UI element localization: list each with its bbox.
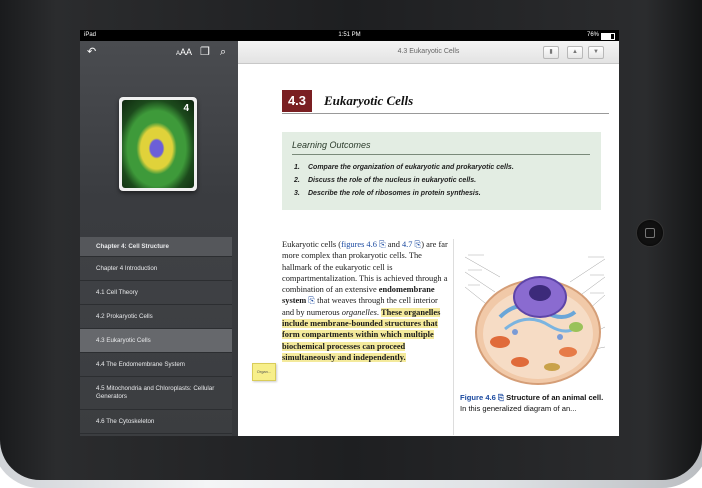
toc-item-label: 4.3 Eukaryotic Cells (96, 336, 151, 344)
toc-item-label: 4.4 The Endomembrane System (96, 360, 185, 368)
body-paragraph: Eukaryotic cells (figures 4.6 ⎘ and 4.7 … (282, 240, 448, 362)
learning-outcome-item: 2. Discuss the role of the nucleus in euk… (294, 177, 477, 184)
toc-item[interactable]: Chapter 4 Introduction (80, 257, 232, 281)
toc-item-label: 4.6 The Cytoskeleton (96, 417, 155, 425)
toc-item[interactable]: 4.2 Prokaryotic Cells (80, 305, 232, 329)
figure-caption: Figure 4.6 ⎘ Structure of an animal cell… (460, 392, 610, 414)
book-cover[interactable]: 4 (119, 97, 197, 191)
status-time: 1:51 PM (338, 32, 361, 38)
learning-outcome-item: 3. Describe the role of ribosomes in prot… (294, 190, 481, 197)
table-of-contents: Chapter 4: Cell Structure Chapter 4 Intro… (80, 237, 232, 436)
figure-caption-text: In this generalized diagram of an... (460, 404, 577, 413)
learning-outcomes-heading: Learning Outcomes (292, 140, 371, 150)
figure-link-4-7[interactable]: 4.7 (402, 240, 412, 249)
section-divider (282, 113, 609, 114)
toc-item-label: 4.2 Prokaryotic Cells (96, 312, 153, 320)
toc-item-label: Chapter 4: Cell Structure (96, 242, 169, 250)
page-down-button[interactable]: ▼ (588, 46, 604, 59)
toc-item[interactable]: 4.4 The Endomembrane System (80, 353, 232, 377)
sticky-note-icon[interactable]: Organ... (252, 363, 276, 381)
toc-item[interactable]: Chapter 4: Cell Structure (80, 237, 232, 257)
toc-item-label: 4.5 Mitochondria and Chloroplasts: Cellu… (96, 385, 215, 400)
figure-label[interactable]: Figure 4.6 (460, 393, 496, 402)
figure-title: Structure of an animal cell. (506, 393, 604, 402)
learning-outcomes-list: 1. Compare the organization of eukaryotic… (294, 161, 514, 200)
toc-item[interactable]: 4.3 Eukaryotic Cells (80, 329, 232, 353)
figure-link-4-6[interactable]: figures 4.6 (341, 240, 377, 249)
home-button[interactable] (636, 219, 664, 247)
status-bar: iPad 1:51 PM 76% (80, 30, 619, 41)
bookmarks-icon[interactable]: ❐ (200, 46, 210, 58)
font-size-icon[interactable]: AAA (176, 46, 192, 60)
link-icon[interactable]: ⎘ (412, 240, 422, 249)
battery-percent: 76% (586, 32, 599, 38)
toc-item[interactable]: 4.1 Cell Theory (80, 281, 232, 305)
section-number-badge: 4.3 (282, 90, 312, 112)
learning-outcomes-divider (292, 154, 590, 155)
link-icon[interactable]: ⎘ (496, 393, 506, 402)
toolbar-title: 4.3 Eukaryotic Cells (397, 48, 460, 55)
page-up-button[interactable]: ▲ (567, 46, 583, 59)
toc-item[interactable]: 4.7 Extracellular Structures and Cell Mo… (80, 434, 232, 436)
toc-item-label: 4.1 Cell Theory (96, 288, 138, 296)
toc-item[interactable]: 4.6 The Cytoskeleton (80, 410, 232, 434)
sidebar: ↶ AAA ❐ ⌕ 4 Chapter 4: Cell Structure Cha… (80, 41, 238, 436)
learning-outcomes-box: Learning Outcomes 1. Compare the organiza… (282, 132, 601, 210)
reader-toolbar: 4.3 Eukaryotic Cells ▮ ▲ ▼ (238, 41, 619, 64)
section-title: Eukaryotic Cells (324, 93, 414, 108)
toc-item[interactable]: 4.5 Mitochondria and Chloroplasts: Cellu… (80, 377, 232, 410)
glossary-icon[interactable]: ⎘ (306, 296, 315, 305)
battery-icon (601, 33, 615, 40)
sidebar-toolbar: ↶ AAA ❐ ⌕ (80, 41, 238, 63)
reader-content: 4.3 Eukaryotic Cells ▮ ▲ ▼ 4.3 Eukaryoti… (238, 41, 619, 436)
link-icon[interactable]: ⎘ (377, 240, 386, 249)
home-square-icon (645, 228, 655, 238)
search-icon[interactable]: ⌕ (220, 46, 226, 58)
screen: iPad 1:51 PM 76% ↶ AAA ❐ ⌕ 4 Chapter 4: … (80, 30, 619, 436)
toc-item-label: Chapter 4 Introduction (96, 264, 158, 272)
column-divider (453, 239, 454, 435)
animal-cell-figure[interactable] (460, 237, 610, 397)
learning-outcome-item: 1. Compare the organization of eukaryotic… (294, 164, 514, 171)
cover-chapter-number: 4 (183, 103, 189, 114)
back-arrow-icon[interactable]: ↶ (87, 46, 96, 58)
bookmark-button[interactable]: ▮ (543, 46, 559, 59)
